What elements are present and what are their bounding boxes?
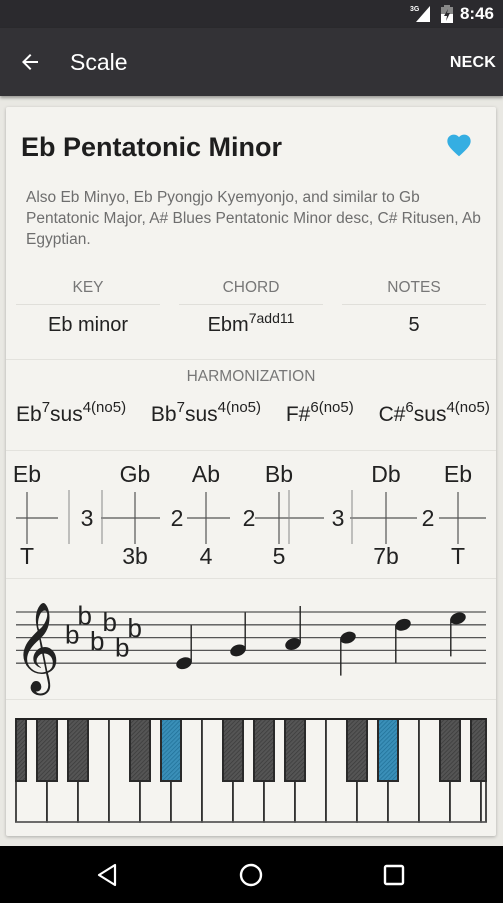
notes-label: NOTES (342, 277, 486, 305)
info-chord[interactable]: CHORD Ebm7add11 (179, 277, 323, 337)
scale-note-label: Eb (444, 461, 472, 487)
harmonization-chord[interactable]: F#6(no5) (285, 400, 354, 426)
chord-sup: 6 (405, 399, 414, 416)
scale-description: Also Eb Minyo, Eb Pyongjo Kyemyonjo, and… (26, 189, 481, 248)
black-key[interactable] (470, 718, 487, 782)
chord-sup: 4(no5) (217, 399, 261, 416)
scale-name: Eb Pentatonic Minor (21, 132, 283, 162)
chord-label: CHORD (179, 277, 323, 305)
treble-clef-icon: 𝄞 (14, 602, 60, 696)
piano-keyboard[interactable] (6, 699, 496, 829)
info-notes: NOTES 5 (342, 277, 486, 337)
chord-mid: sus (413, 403, 447, 426)
status-bar: 3G 8:46 (0, 0, 503, 28)
harmonization-chords: Eb7sus4(no5) Bb7sus4(no5) F#6(no5) C#6su… (16, 400, 496, 427)
scale-note-label: Bb (265, 461, 293, 487)
interval-step-label: 2 (243, 505, 256, 531)
music-staff: 𝄞 bbbbbb (14, 600, 486, 696)
nav-recents-icon[interactable] (379, 860, 409, 890)
black-key-highlighted[interactable] (160, 718, 182, 782)
system-nav-bar (0, 846, 503, 903)
chord-extension: 7add11 (248, 310, 295, 326)
black-key[interactable] (222, 718, 244, 782)
chord-root: F# (285, 403, 311, 426)
neck-button[interactable]: NECK (450, 54, 496, 72)
chord-sup: 6(no5) (310, 399, 354, 416)
black-key[interactable] (284, 718, 306, 782)
black-key[interactable] (439, 718, 461, 782)
chord-sup: 7 (41, 399, 51, 416)
chord-root: C# (378, 403, 406, 426)
scale-degree-label: 3b (122, 543, 148, 569)
scale-note-label: Gb (120, 461, 151, 487)
network-label: 3G (410, 6, 420, 13)
interval-step-label: 2 (171, 505, 184, 531)
harmonization-chord[interactable]: C#6sus4(no5) (378, 400, 490, 426)
black-key[interactable] (253, 718, 275, 782)
scale-card: Eb Pentatonic Minor Also Eb Minyo, Eb Py… (6, 107, 496, 836)
interval-step-label: 3 (332, 505, 345, 531)
black-key[interactable] (67, 718, 89, 782)
app-bar: Scale NECK (0, 28, 503, 96)
page-title: Scale (70, 49, 128, 75)
chord-value[interactable]: Ebm7add11 (179, 311, 323, 337)
harmonization-label: HARMONIZATION (186, 368, 316, 385)
favorite-heart-icon[interactable] (445, 131, 473, 157)
scale-degree-label: 4 (200, 543, 213, 569)
arrow-back-icon[interactable] (18, 50, 42, 74)
scale-note-label: Ab (192, 461, 220, 487)
scale-note-label: Eb (13, 461, 41, 487)
scale-degree-label: T (20, 543, 34, 569)
nav-home-icon[interactable] (236, 860, 266, 890)
scale-degree-label: T (451, 543, 465, 569)
black-key[interactable] (129, 718, 151, 782)
chord-mid: sus (184, 403, 218, 426)
chord-base: Ebm (207, 314, 249, 336)
scale-degree-label: 5 (273, 543, 286, 569)
flat-accidental: b (128, 613, 142, 643)
interval-step-label: 2 (422, 505, 435, 531)
status-time: 8:46 (459, 4, 494, 23)
chord-sup: 4(no5) (82, 399, 127, 416)
harmonization-chord[interactable]: Bb7sus4(no5) (150, 400, 261, 426)
black-key[interactable] (346, 718, 368, 782)
key-label: KEY (16, 277, 160, 305)
black-key-highlighted[interactable] (377, 718, 399, 782)
black-key[interactable] (15, 718, 27, 782)
divider (6, 359, 496, 360)
chord-sup: 4(no5) (446, 399, 490, 416)
chord-mid: sus (50, 403, 83, 426)
scale-degree-label: 7b (373, 543, 399, 569)
chord-root: Eb (16, 403, 42, 426)
chord-sup: 7 (176, 399, 185, 416)
battery-charging-icon (441, 5, 453, 23)
info-key: KEY Eb minor (16, 277, 160, 337)
interval-step-label: 3 (81, 505, 94, 531)
scale-note-label: Db (371, 461, 400, 487)
divider (6, 450, 496, 451)
nav-back-icon[interactable] (93, 860, 123, 890)
signal-3g-icon: 3G (410, 6, 430, 22)
harmonization-chord[interactable]: Eb7sus4(no5) (16, 400, 126, 426)
interval-diagram: Eb T Gb 3b Ab 4 Bb 5 Db 7b Eb T 3 2 2 3 2 (13, 461, 486, 569)
notes-value: 5 (408, 314, 420, 336)
chord-root: Bb (150, 403, 177, 426)
key-value: Eb minor (47, 314, 129, 336)
black-key[interactable] (36, 718, 58, 782)
